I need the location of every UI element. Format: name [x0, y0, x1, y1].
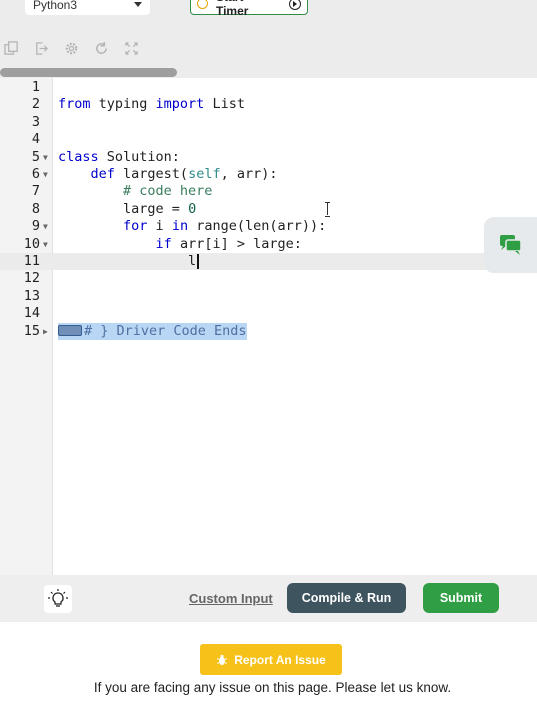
- line-number: 11: [23, 253, 40, 269]
- line-number: 13: [23, 287, 40, 304]
- submit-button[interactable]: Submit: [423, 583, 499, 613]
- fold-placeholder-icon[interactable]: [58, 325, 82, 337]
- fold-arrow-icon[interactable]: ▼: [43, 236, 48, 253]
- chevron-down-icon: [134, 2, 142, 7]
- export-icon[interactable]: [32, 39, 51, 58]
- line-number: 7: [31, 183, 40, 200]
- fold-arrow-icon[interactable]: ▼: [43, 218, 48, 235]
- code-line[interactable]: 3: [0, 114, 537, 131]
- line-number: 10: [23, 235, 40, 252]
- code-text: class Solution:: [58, 148, 180, 165]
- clock-icon: [197, 0, 208, 9]
- line-number: 6: [31, 166, 40, 182]
- code-line[interactable]: 6 ▼ def largest(self, arr):: [0, 166, 537, 183]
- settings-icon[interactable]: [62, 39, 81, 58]
- language-select[interactable]: Python3: [25, 0, 150, 15]
- bug-icon: [217, 654, 228, 665]
- code-line[interactable]: 9 ▼ for i in range(len(arr)):: [0, 218, 537, 235]
- code-editor[interactable]: 1 2 from typing import List 3 4 5 ▼ clas…: [0, 78, 537, 575]
- code-line[interactable]: 12: [0, 270, 537, 287]
- code-text: from typing import List: [58, 96, 245, 113]
- editor-toolbar: [0, 30, 537, 66]
- line-number: 9: [31, 218, 40, 235]
- reset-icon[interactable]: [92, 39, 111, 58]
- fold-arrow-icon[interactable]: ▼: [43, 149, 48, 166]
- report-note-text: If you are facing any issue on this page…: [93, 680, 452, 695]
- code-text: large = 0: [123, 200, 197, 217]
- scrollbar-thumb[interactable]: [0, 68, 177, 77]
- top-bar: Python3 Start Timer: [0, 0, 537, 30]
- lightbulb-icon: [48, 589, 68, 607]
- code-text: for i in range(len(arr)):: [123, 218, 327, 235]
- code-line[interactable]: 15 ▶ # } Driver Code Ends: [0, 322, 537, 340]
- code-text: l: [58, 253, 199, 270]
- code-line[interactable]: 4: [0, 131, 537, 148]
- line-number: 12: [23, 270, 40, 287]
- start-timer-button[interactable]: Start Timer: [190, 0, 308, 18]
- line-number: 2: [31, 96, 40, 113]
- compile-run-button[interactable]: Compile & Run: [287, 583, 406, 613]
- chat-button[interactable]: [484, 217, 537, 273]
- code-line[interactable]: 13: [0, 288, 537, 305]
- line-number: 15: [23, 322, 40, 339]
- fullscreen-icon[interactable]: [122, 39, 141, 58]
- fold-arrow-icon[interactable]: ▶: [43, 323, 48, 340]
- line-number: 4: [31, 131, 40, 148]
- code-line-active[interactable]: 11 l: [0, 253, 537, 271]
- horizontal-scrollbar[interactable]: [0, 66, 537, 78]
- code-line[interactable]: 7 # code here: [0, 183, 537, 200]
- copy-icon[interactable]: [2, 39, 21, 58]
- line-number: 5: [31, 148, 40, 165]
- line-number: 1: [31, 79, 40, 95]
- action-bar: Custom Input Compile & Run Submit: [0, 575, 537, 622]
- line-number: 3: [31, 113, 40, 130]
- ibeam-cursor-icon: [325, 202, 331, 217]
- code-line[interactable]: 2 from typing import List: [0, 96, 537, 113]
- code-line[interactable]: 14: [0, 305, 537, 322]
- code-line[interactable]: 5 ▼ class Solution:: [0, 149, 537, 166]
- folded-code-text[interactable]: # } Driver Code Ends: [58, 322, 247, 340]
- play-icon: [289, 0, 301, 10]
- code-line[interactable]: 1: [0, 79, 537, 96]
- fold-arrow-icon[interactable]: ▼: [43, 166, 48, 183]
- line-number: 14: [23, 305, 40, 322]
- hint-button[interactable]: [44, 585, 72, 613]
- start-timer-label: Start Timer: [215, 0, 249, 18]
- code-text: def largest(self, arr):: [90, 166, 278, 182]
- language-select-value: Python3: [33, 0, 78, 12]
- text-caret: [197, 253, 199, 269]
- code-line[interactable]: 10 ▼ if arr[i] > large:: [0, 236, 537, 253]
- code-text: if arr[i] > large:: [155, 235, 302, 252]
- line-number: 8: [31, 200, 40, 217]
- chat-bubbles-icon: [500, 235, 522, 255]
- code-line[interactable]: 8 large = 0: [0, 201, 537, 218]
- report-issue-label: Report An Issue: [234, 652, 326, 667]
- custom-input-link[interactable]: Custom Input: [189, 591, 273, 606]
- report-issue-button[interactable]: Report An Issue: [200, 644, 342, 675]
- code-text: # code here: [123, 183, 213, 200]
